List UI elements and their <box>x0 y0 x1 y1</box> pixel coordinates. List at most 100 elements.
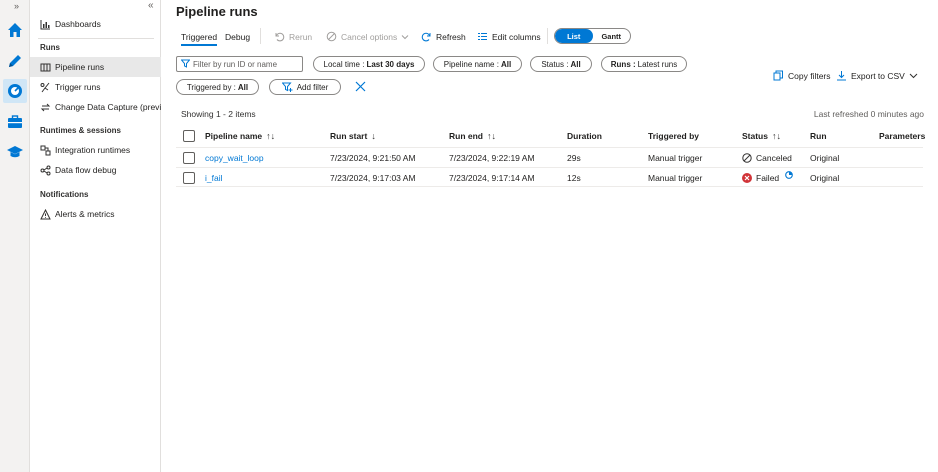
sidebar-item-data-flow-debug[interactable]: Data flow debug <box>30 160 161 180</box>
sidebar-divider <box>38 38 154 39</box>
column-header-pipeline-name[interactable]: Pipeline name ↑↓ <box>205 126 275 146</box>
run-type-cell: Original <box>810 173 840 183</box>
export-arrow-icon <box>836 70 847 81</box>
icon-rail: » <box>0 0 30 472</box>
sort-icon: ↑↓ <box>771 131 781 141</box>
rerun-icon <box>274 31 285 42</box>
main-content: Pipeline runs Triggered Debug Rerun Canc… <box>161 0 938 472</box>
triggered-by-filter[interactable]: Triggered by : All <box>176 79 259 95</box>
home-icon[interactable] <box>3 18 27 42</box>
column-header-parameters[interactable]: Parameters <box>879 126 925 146</box>
integration-runtime-icon <box>39 144 51 156</box>
tab-triggered[interactable]: Triggered <box>181 32 218 46</box>
local-time-filter[interactable]: Local time : Last 30 days <box>313 56 425 72</box>
monitor-icon[interactable] <box>3 79 27 103</box>
collapse-sidebar-icon[interactable]: « <box>148 0 154 11</box>
sidebar-item-dashboards[interactable]: Dashboards <box>30 14 161 34</box>
status-cell: Failed <box>742 168 794 188</box>
sidebar-item-label: Data flow debug <box>55 165 117 175</box>
change-data-capture-icon <box>39 101 51 113</box>
sidebar-item-label: Integration runtimes <box>55 145 131 155</box>
column-header-run[interactable]: Run <box>810 126 827 146</box>
filter-funnel-icon <box>180 59 191 70</box>
rerun-button[interactable]: Rerun <box>274 31 312 42</box>
toolbar-divider <box>260 28 261 44</box>
failed-x-icon <box>742 173 752 183</box>
run-start-cell: 7/23/2024, 9:17:03 AM <box>330 173 416 183</box>
data-flow-debug-icon <box>39 164 51 176</box>
pipeline-name-link[interactable]: i_fail <box>205 168 222 188</box>
status-cell: Canceled <box>742 148 792 168</box>
duration-cell: 12s <box>567 173 581 183</box>
sidebar-section-runtimes: Runtimes & sessions <box>40 126 121 135</box>
run-end-cell: 7/23/2024, 9:17:14 AM <box>449 173 535 183</box>
pipeline-name-filter[interactable]: Pipeline name : All <box>433 56 522 72</box>
pipeline-name-link[interactable]: copy_wait_loop <box>205 148 264 168</box>
view-gantt-option[interactable]: Gantt <box>593 29 631 43</box>
sidebar-item-trigger-runs[interactable]: Trigger runs <box>30 77 161 97</box>
search-field[interactable] <box>176 56 303 72</box>
clear-filters-close-icon[interactable] <box>355 81 366 92</box>
add-filter-funnel-icon <box>281 82 293 92</box>
column-header-duration[interactable]: Duration <box>567 126 602 146</box>
toolbar-divider <box>547 28 548 44</box>
run-end-cell: 7/23/2024, 9:22:19 AM <box>449 153 535 163</box>
add-filter-button[interactable]: Add filter <box>269 79 341 95</box>
sidebar-item-label: Change Data Capture (previ... <box>55 102 161 112</box>
sidebar-item-label: Alerts & metrics <box>55 209 115 219</box>
column-header-run-start[interactable]: Run start ↓ <box>330 126 376 146</box>
search-input[interactable] <box>193 59 293 69</box>
column-header-status[interactable]: Status ↑↓ <box>742 126 781 146</box>
duration-cell: 29s <box>567 153 581 163</box>
author-pencil-icon[interactable] <box>3 49 27 73</box>
table-row[interactable]: copy_wait_loop 7/23/2024, 9:21:50 AM 7/2… <box>176 147 923 167</box>
table-row[interactable]: i_fail 7/23/2024, 9:17:03 AM 7/23/2024, … <box>176 167 923 187</box>
sidebar-item-label: Pipeline runs <box>55 62 105 72</box>
triggered-by-cell: Manual trigger <box>648 173 703 183</box>
page-title: Pipeline runs <box>176 4 258 19</box>
select-all-checkbox[interactable] <box>183 126 195 146</box>
items-count: Showing 1 - 2 items <box>181 109 256 119</box>
column-header-run-end[interactable]: Run end ↑↓ <box>449 126 496 146</box>
sidebar-section-notifications: Notifications <box>40 190 89 199</box>
export-csv-button[interactable]: Export to CSV <box>836 70 905 81</box>
cancel-circle-icon <box>326 31 337 42</box>
view-list-option[interactable]: List <box>555 29 593 43</box>
row-checkbox[interactable] <box>183 168 195 188</box>
run-start-cell: 7/23/2024, 9:21:50 AM <box>330 153 416 163</box>
sort-down-icon: ↓ <box>371 131 376 141</box>
refresh-icon <box>421 31 432 42</box>
error-details-icon[interactable] <box>785 171 794 179</box>
column-header-triggered-by[interactable]: Triggered by <box>648 126 699 146</box>
sidebar-item-alerts-metrics[interactable]: Alerts & metrics <box>30 204 161 224</box>
copy-icon <box>773 70 784 81</box>
pipeline-runs-icon <box>39 61 51 73</box>
sidebar-item-change-data-capture[interactable]: Change Data Capture (previ... <box>30 97 161 117</box>
runs-filter[interactable]: Runs : Latest runs <box>601 56 687 72</box>
expand-rail-icon[interactable]: » <box>14 1 19 11</box>
refresh-button[interactable]: Refresh <box>421 31 466 42</box>
row-checkbox[interactable] <box>183 148 195 168</box>
sort-icon: ↑↓ <box>266 131 276 141</box>
chevron-down-icon <box>401 33 409 41</box>
monitor-sidebar: « Dashboards Runs Pipeline runs Trigger … <box>30 0 161 472</box>
tab-debug[interactable]: Debug <box>225 32 250 42</box>
sidebar-item-label: Dashboards <box>55 19 101 29</box>
sidebar-item-pipeline-runs[interactable]: Pipeline runs <box>30 57 161 77</box>
edit-columns-icon <box>477 31 488 42</box>
cancel-options-button[interactable]: Cancel options <box>326 31 413 42</box>
learning-hat-icon[interactable] <box>3 140 27 164</box>
edit-columns-button[interactable]: Edit columns <box>477 31 541 42</box>
canceled-circle-icon <box>742 153 752 163</box>
more-options-chevron-down-icon[interactable] <box>909 71 918 80</box>
table-header: Pipeline name ↑↓ Run start ↓ Run end ↑↓ Dur… <box>176 126 925 146</box>
run-type-cell: Original <box>810 153 840 163</box>
view-toggle[interactable]: List Gantt <box>554 28 631 44</box>
last-refreshed: Last refreshed 0 minutes ago <box>813 109 924 119</box>
copy-filters-button[interactable]: Copy filters <box>773 70 831 81</box>
triggered-by-cell: Manual trigger <box>648 153 703 163</box>
manage-toolbox-icon[interactable] <box>3 110 27 134</box>
status-filter[interactable]: Status : All <box>530 56 592 72</box>
sidebar-item-integration-runtimes[interactable]: Integration runtimes <box>30 140 161 160</box>
sidebar-item-label: Trigger runs <box>55 82 101 92</box>
